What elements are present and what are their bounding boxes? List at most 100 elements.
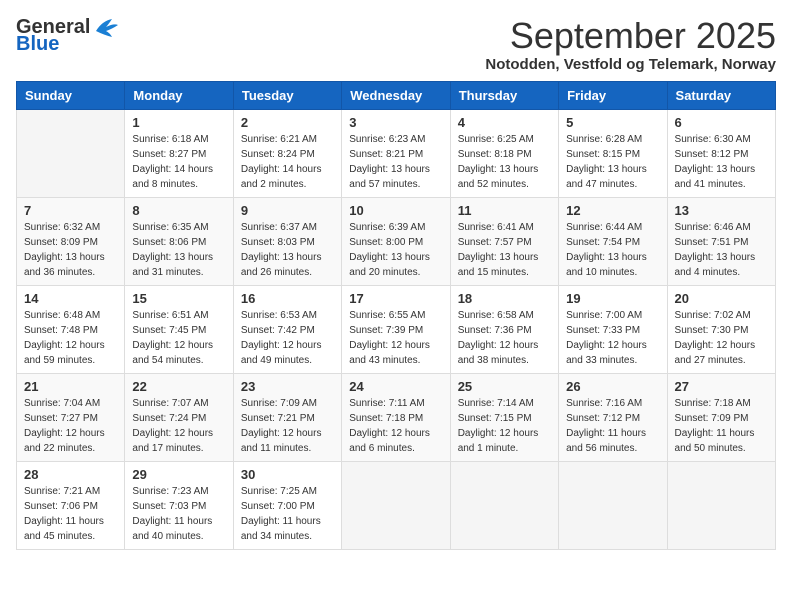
day-number: 15 (132, 291, 225, 306)
day-cell: 1 Sunrise: 6:18 AMSunset: 8:27 PMDaylight… (125, 109, 233, 197)
day-cell: 13Sunrise: 6:46 AMSunset: 7:51 PMDayligh… (667, 197, 775, 285)
location-subtitle: Notodden, Vestfold og Telemark, Norway (485, 56, 776, 73)
day-cell: 4 Sunrise: 6:25 AMSunset: 8:18 PMDaylight… (450, 109, 558, 197)
day-info: Sunrise: 7:04 AMSunset: 7:27 PMDaylight:… (24, 396, 117, 456)
month-title: September 2025 (485, 16, 776, 56)
day-number: 2 (241, 115, 334, 130)
day-number: 4 (458, 115, 551, 130)
logo-blue-text: Blue (16, 33, 59, 56)
day-info: Sunrise: 6:55 AMSunset: 7:39 PMDaylight:… (349, 308, 442, 368)
day-cell: 21 Sunrise: 7:04 AMSunset: 7:27 PMDayligh… (17, 373, 125, 461)
day-cell: 16Sunrise: 6:53 AMSunset: 7:42 PMDayligh… (233, 285, 341, 373)
day-number: 16 (241, 291, 334, 306)
day-number: 27 (675, 379, 768, 394)
day-number: 29 (132, 467, 225, 482)
day-cell: 22Sunrise: 7:07 AMSunset: 7:24 PMDayligh… (125, 373, 233, 461)
day-number: 18 (458, 291, 551, 306)
day-info: Sunrise: 7:00 AMSunset: 7:33 PMDaylight:… (566, 308, 659, 368)
week-row-4: 21 Sunrise: 7:04 AMSunset: 7:27 PMDayligh… (17, 373, 776, 461)
day-info: Sunrise: 6:48 AMSunset: 7:48 PMDaylight:… (24, 308, 117, 368)
day-cell: 15 Sunrise: 6:51 AMSunset: 7:45 PMDayligh… (125, 285, 233, 373)
day-cell: 2 Sunrise: 6:21 AMSunset: 8:24 PMDaylight… (233, 109, 341, 197)
logo: General Blue (16, 16, 120, 56)
day-number: 30 (241, 467, 334, 482)
day-cell: 10 Sunrise: 6:39 AMSunset: 8:00 PMDayligh… (342, 197, 450, 285)
day-cell: 26 Sunrise: 7:16 AMSunset: 7:12 PMDayligh… (559, 373, 667, 461)
day-number: 13 (675, 203, 768, 218)
day-number: 1 (132, 115, 225, 130)
day-cell: 24Sunrise: 7:11 AMSunset: 7:18 PMDayligh… (342, 373, 450, 461)
day-info: Sunrise: 7:09 AMSunset: 7:21 PMDaylight:… (241, 396, 334, 456)
day-info: Sunrise: 6:28 AMSunset: 8:15 PMDaylight:… (566, 132, 659, 192)
day-info: Sunrise: 6:30 AMSunset: 8:12 PMDaylight:… (675, 132, 768, 192)
day-cell (342, 461, 450, 549)
day-number: 21 (24, 379, 117, 394)
logo-bird-icon (92, 17, 120, 39)
day-info: Sunrise: 6:35 AMSunset: 8:06 PMDaylight:… (132, 220, 225, 280)
day-number: 26 (566, 379, 659, 394)
day-cell (450, 461, 558, 549)
day-cell: 29 Sunrise: 7:23 AMSunset: 7:03 PMDayligh… (125, 461, 233, 549)
day-number: 12 (566, 203, 659, 218)
day-number: 10 (349, 203, 442, 218)
header-cell-saturday: Saturday (667, 81, 775, 109)
day-info: Sunrise: 6:23 AMSunset: 8:21 PMDaylight:… (349, 132, 442, 192)
day-info: Sunrise: 6:51 AMSunset: 7:45 PMDaylight:… (132, 308, 225, 368)
day-number: 14 (24, 291, 117, 306)
day-cell: 12 Sunrise: 6:44 AMSunset: 7:54 PMDayligh… (559, 197, 667, 285)
day-cell: 27 Sunrise: 7:18 AMSunset: 7:09 PMDayligh… (667, 373, 775, 461)
day-cell: 30 Sunrise: 7:25 AMSunset: 7:00 PMDayligh… (233, 461, 341, 549)
day-info: Sunrise: 7:23 AMSunset: 7:03 PMDaylight:… (132, 484, 225, 544)
day-cell: 6Sunrise: 6:30 AMSunset: 8:12 PMDaylight… (667, 109, 775, 197)
day-number: 19 (566, 291, 659, 306)
day-cell: 14 Sunrise: 6:48 AMSunset: 7:48 PMDayligh… (17, 285, 125, 373)
day-info: Sunrise: 7:16 AMSunset: 7:12 PMDaylight:… (566, 396, 659, 456)
day-info: Sunrise: 6:25 AMSunset: 8:18 PMDaylight:… (458, 132, 551, 192)
header-cell-tuesday: Tuesday (233, 81, 341, 109)
week-row-2: 7 Sunrise: 6:32 AMSunset: 8:09 PMDaylight… (17, 197, 776, 285)
day-info: Sunrise: 7:25 AMSunset: 7:00 PMDaylight:… (241, 484, 334, 544)
day-cell: 3 Sunrise: 6:23 AMSunset: 8:21 PMDaylight… (342, 109, 450, 197)
day-info: Sunrise: 7:21 AMSunset: 7:06 PMDaylight:… (24, 484, 117, 544)
day-cell: 17 Sunrise: 6:55 AMSunset: 7:39 PMDayligh… (342, 285, 450, 373)
day-number: 11 (458, 203, 551, 218)
day-info: Sunrise: 7:18 AMSunset: 7:09 PMDaylight:… (675, 396, 768, 456)
week-row-3: 14 Sunrise: 6:48 AMSunset: 7:48 PMDayligh… (17, 285, 776, 373)
day-info: Sunrise: 6:18 AMSunset: 8:27 PMDaylight:… (132, 132, 225, 192)
day-cell: 25Sunrise: 7:14 AMSunset: 7:15 PMDayligh… (450, 373, 558, 461)
day-info: Sunrise: 6:21 AMSunset: 8:24 PMDaylight:… (241, 132, 334, 192)
day-number: 17 (349, 291, 442, 306)
calendar-table: SundayMondayTuesdayWednesdayThursdayFrid… (16, 81, 776, 550)
day-number: 22 (132, 379, 225, 394)
day-info: Sunrise: 6:58 AMSunset: 7:36 PMDaylight:… (458, 308, 551, 368)
day-number: 8 (132, 203, 225, 218)
day-info: Sunrise: 6:32 AMSunset: 8:09 PMDaylight:… (24, 220, 117, 280)
day-number: 24 (349, 379, 442, 394)
day-cell: 23 Sunrise: 7:09 AMSunset: 7:21 PMDayligh… (233, 373, 341, 461)
header-cell-thursday: Thursday (450, 81, 558, 109)
day-info: Sunrise: 6:44 AMSunset: 7:54 PMDaylight:… (566, 220, 659, 280)
day-cell: 28 Sunrise: 7:21 AMSunset: 7:06 PMDayligh… (17, 461, 125, 549)
day-number: 28 (24, 467, 117, 482)
day-number: 25 (458, 379, 551, 394)
day-info: Sunrise: 7:02 AMSunset: 7:30 PMDaylight:… (675, 308, 768, 368)
day-info: Sunrise: 6:41 AMSunset: 7:57 PMDaylight:… (458, 220, 551, 280)
title-section: September 2025 Notodden, Vestfold og Tel… (485, 16, 776, 73)
day-number: 23 (241, 379, 334, 394)
day-cell: 20Sunrise: 7:02 AMSunset: 7:30 PMDayligh… (667, 285, 775, 373)
day-info: Sunrise: 6:37 AMSunset: 8:03 PMDaylight:… (241, 220, 334, 280)
day-cell: 5Sunrise: 6:28 AMSunset: 8:15 PMDaylight… (559, 109, 667, 197)
header-cell-monday: Monday (125, 81, 233, 109)
week-row-1: 1 Sunrise: 6:18 AMSunset: 8:27 PMDaylight… (17, 109, 776, 197)
day-cell: 7 Sunrise: 6:32 AMSunset: 8:09 PMDaylight… (17, 197, 125, 285)
day-number: 7 (24, 203, 117, 218)
header-cell-sunday: Sunday (17, 81, 125, 109)
header-cell-wednesday: Wednesday (342, 81, 450, 109)
header-row: SundayMondayTuesdayWednesdayThursdayFrid… (17, 81, 776, 109)
day-cell: 8 Sunrise: 6:35 AMSunset: 8:06 PMDaylight… (125, 197, 233, 285)
day-info: Sunrise: 6:39 AMSunset: 8:00 PMDaylight:… (349, 220, 442, 280)
day-cell (17, 109, 125, 197)
day-cell (667, 461, 775, 549)
day-number: 3 (349, 115, 442, 130)
day-cell: 18 Sunrise: 6:58 AMSunset: 7:36 PMDayligh… (450, 285, 558, 373)
